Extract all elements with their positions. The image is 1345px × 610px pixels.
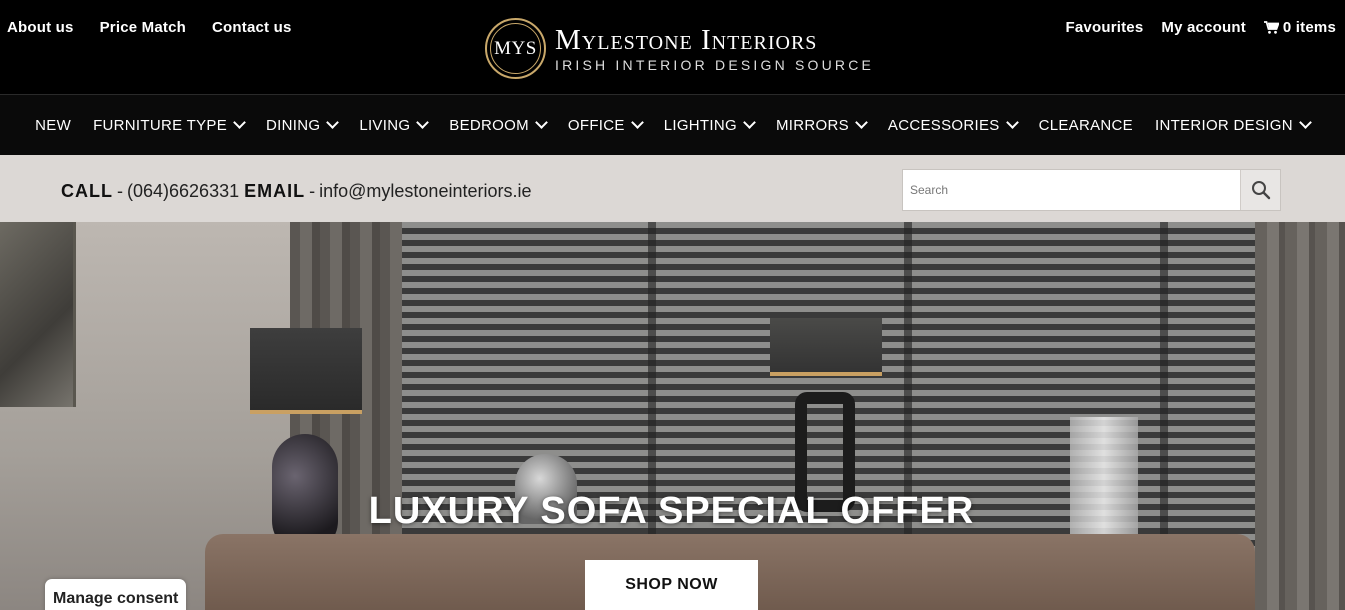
nav-item-accessories[interactable]: ACCESSORIES [887,116,1019,134]
nav-label: INTERIOR DESIGN [1154,116,1293,134]
nav-item-office[interactable]: OFFICE [567,116,644,134]
price-match-link[interactable]: Price Match [100,19,186,36]
search-icon [1251,181,1270,200]
nav-label: LIVING [359,116,411,134]
main-nav: NEW FURNITURE TYPE DINING LIVING BEDROOM… [0,94,1345,155]
nav-item-mirrors[interactable]: MIRRORS [775,116,868,134]
top-right-links: Favourites My account 0 items [1066,19,1336,36]
hero-banner: LUXURY SOFA SPECIAL OFFER SHOP NOW [0,222,1345,610]
nav-label: OFFICE [567,116,625,134]
nav-item-furniture-type[interactable]: FURNITURE TYPE [93,116,246,134]
chevron-down-icon [630,116,644,129]
contact-strip: CALL - (064)6626331 EMAIL - info@mylestonein… [0,155,1345,222]
hero-lamp-right [770,318,882,376]
hero-wall-art [0,222,76,407]
chevron-down-icon [535,116,548,129]
cart-count: 0 items [1282,19,1336,36]
hero-title: LUXURY SOFA SPECIAL OFFER [368,490,975,532]
nav-item-interior-design[interactable]: INTERIOR DESIGN [1154,116,1312,134]
nav-label: FURNITURE TYPE [93,116,227,134]
nav-item-bedroom[interactable]: BEDROOM [449,116,548,134]
separator: - [117,181,123,201]
my-account-link[interactable]: My account [1161,19,1246,36]
nav-label: NEW [35,116,72,134]
hero-lamp-left [250,328,362,414]
cart-link[interactable]: 0 items [1263,19,1336,36]
nav-item-clearance[interactable]: CLEARANCE [1039,117,1133,134]
call-label: CALL [61,181,113,201]
about-us-link[interactable]: About us [7,19,74,36]
nav-label: ACCESSORIES [887,116,1000,134]
separator: - [309,181,316,201]
phone-number[interactable]: (064)6626331 [127,181,239,201]
nav-item-lighting[interactable]: LIGHTING [663,116,756,134]
nav-label: MIRRORS [775,116,849,134]
contact-us-link[interactable]: Contact us [212,19,292,36]
logo-name: Mylestone Interiors [555,23,818,56]
nav-item-dining[interactable]: DINING [266,116,340,134]
logo-text: Mylestone Interiors IRISH INTERIOR DESIG… [555,25,874,73]
chevron-down-icon [326,116,340,129]
nav-label: CLEARANCE [1038,116,1133,134]
hero-curtain-right [1255,222,1345,610]
search-input[interactable] [903,170,1240,210]
top-left-links: About us Price Match Contact us [7,19,292,36]
chevron-down-icon [1005,116,1019,129]
chevron-down-icon [1298,116,1312,129]
contact-line: CALL - (064)6626331 EMAIL - info@mylestonein… [61,181,532,202]
nav-item-new[interactable]: NEW [35,117,71,134]
email-address[interactable]: info@mylestoneinteriors.ie [319,181,531,201]
shop-now-button[interactable]: SHOP NOW [585,560,758,610]
search-box [902,169,1281,211]
search-button[interactable] [1240,170,1280,210]
nav-item-living[interactable]: LIVING [359,116,430,134]
logo-tagline: IRISH INTERIOR DESIGN SOURCE [555,56,875,73]
chevron-down-icon [855,116,868,129]
email-label: EMAIL [244,181,306,201]
nav-label: DINING [266,116,321,134]
nav-label: LIGHTING [663,116,737,134]
manage-consent-button[interactable]: Manage consent [45,579,186,610]
cart-icon [1263,21,1279,34]
chevron-down-icon [233,116,246,129]
logo-badge-text: MYS [494,37,537,59]
logo-badge: MYS [485,18,546,79]
favourites-link[interactable]: Favourites [1066,19,1144,36]
chevron-down-icon [416,116,430,129]
site-logo[interactable]: MYS Mylestone Interiors IRISH INTERIOR D… [485,18,874,79]
chevron-down-icon [743,116,756,129]
nav-label: BEDROOM [449,116,529,134]
top-bar: About us Price Match Contact us MYS Myle… [0,0,1345,94]
